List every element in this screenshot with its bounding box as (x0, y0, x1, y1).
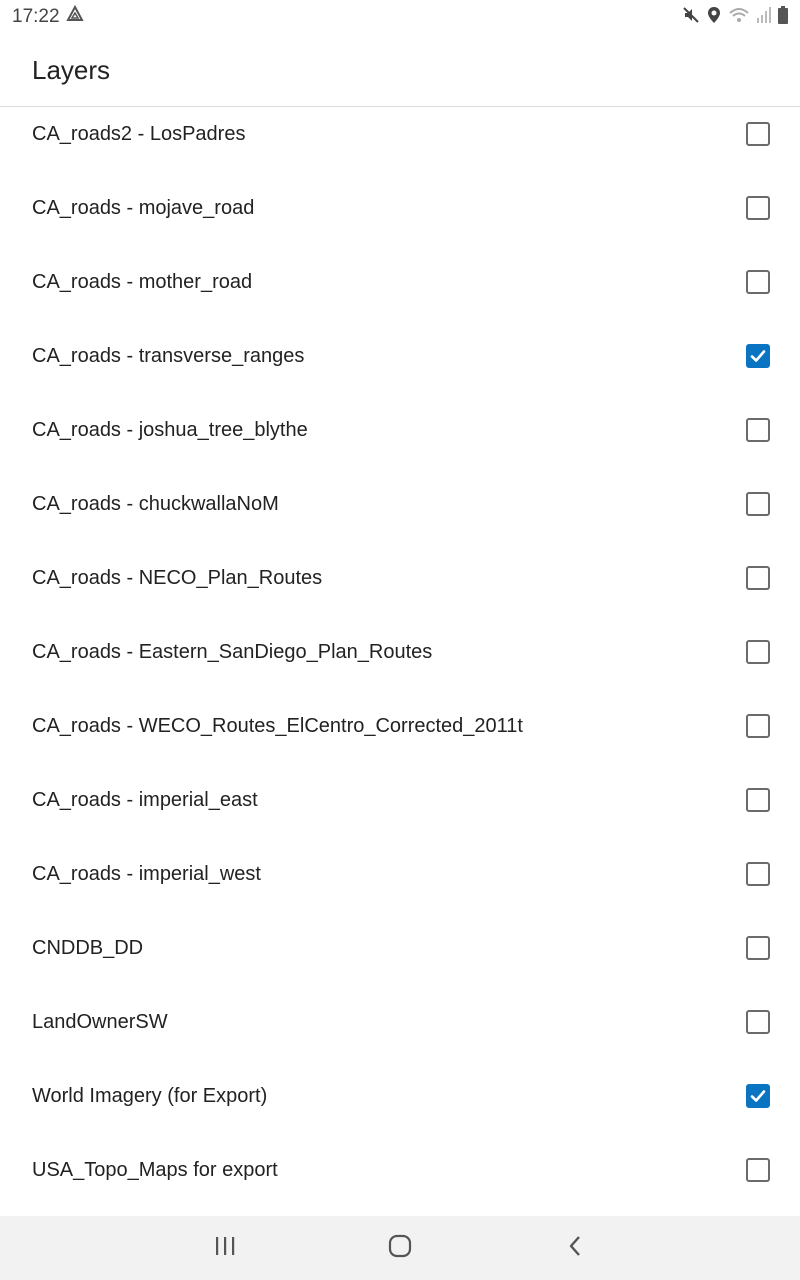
layer-label: CA_roads - NECO_Plan_Routes (32, 566, 323, 589)
layer-row[interactable]: CA_roads - chuckwallaNoM (0, 467, 800, 541)
wifi-icon (728, 6, 750, 29)
status-left: 17:22 (12, 4, 84, 29)
recent-apps-button[interactable] (138, 1235, 313, 1262)
layer-row[interactable]: CA_roads - Eastern_SanDiego_Plan_Routes (0, 615, 800, 689)
layer-label: USA_Topo_Maps for export (32, 1158, 278, 1181)
layer-label: CA_roads - mother_road (32, 270, 253, 293)
layer-row[interactable]: CA_roads - mother_road (0, 245, 800, 319)
layer-row[interactable]: USA_Topo_Maps for export (0, 1133, 800, 1207)
checkmark-icon (750, 1090, 766, 1102)
status-bar: 17:22 (0, 0, 800, 34)
layer-row[interactable]: CA_roads - transverse_ranges (0, 319, 800, 393)
layer-checkbox[interactable] (746, 640, 770, 664)
layer-checkbox[interactable] (746, 418, 770, 442)
navigation-bar (0, 1216, 800, 1280)
layer-row[interactable]: CA_roads2 - LosPadres (0, 97, 800, 171)
status-time: 17:22 (12, 6, 60, 27)
checkmark-icon (750, 350, 766, 362)
layer-label: CA_roads2 - LosPadres (32, 122, 246, 145)
layer-checkbox[interactable] (746, 862, 770, 886)
page-title: Layers (32, 54, 111, 85)
battery-icon (778, 5, 788, 29)
layer-row[interactable]: CA_roads - WECO_Routes_ElCentro_Correcte… (0, 689, 800, 763)
location-icon (706, 6, 722, 29)
signal-icon (756, 6, 772, 29)
recent-apps-icon (213, 1235, 237, 1262)
layer-label: World Imagery (for Export) (32, 1084, 268, 1107)
back-icon (565, 1234, 585, 1263)
layer-row[interactable]: CA_roads - mojave_road (0, 171, 800, 245)
layer-label: CA_roads - transverse_ranges (32, 344, 305, 367)
layer-checkbox[interactable] (746, 270, 770, 294)
layer-label: CA_roads - chuckwallaNoM (32, 492, 279, 515)
layer-checkbox-checked[interactable] (746, 1084, 770, 1108)
layer-checkbox[interactable] (746, 566, 770, 590)
layer-checkbox-checked[interactable] (746, 344, 770, 368)
home-icon (388, 1234, 412, 1263)
mute-icon (682, 6, 700, 29)
layer-label: LandOwnerSW (32, 1010, 168, 1033)
layer-row[interactable]: LandOwnerSW (0, 985, 800, 1059)
layer-label: CA_roads - WECO_Routes_ElCentro_Correcte… (32, 714, 523, 737)
layer-label: CA_roads - imperial_east (32, 788, 258, 811)
drive-icon (65, 4, 84, 29)
layer-label: CA_roads - imperial_west (32, 862, 261, 885)
layer-checkbox[interactable] (746, 936, 770, 960)
layer-checkbox[interactable] (746, 714, 770, 738)
back-button[interactable] (488, 1234, 663, 1263)
layer-row[interactable]: CNDDB_DD (0, 911, 800, 985)
layer-checkbox[interactable] (746, 196, 770, 220)
layer-checkbox[interactable] (746, 788, 770, 812)
layer-checkbox[interactable] (746, 1010, 770, 1034)
layer-label: CA_roads - Eastern_SanDiego_Plan_Routes (32, 640, 433, 663)
layer-row[interactable]: CA_roads - joshua_tree_blythe (0, 393, 800, 467)
layer-row[interactable]: World Imagery (for Export) (0, 1059, 800, 1133)
layer-row[interactable]: CA_roads - imperial_east (0, 763, 800, 837)
home-button[interactable] (313, 1234, 488, 1263)
layer-label: CNDDB_DD (32, 936, 144, 959)
layer-label: CA_roads - joshua_tree_blythe (32, 418, 308, 441)
layer-row[interactable]: CA_roads - imperial_west (0, 837, 800, 911)
layer-checkbox[interactable] (746, 122, 770, 146)
layer-row[interactable]: CA_roads - NECO_Plan_Routes (0, 541, 800, 615)
status-right (682, 5, 788, 29)
layer-label: CA_roads - mojave_road (32, 196, 255, 219)
layer-list: CA_roads2 - LosPadres CA_roads - mojave_r… (0, 97, 800, 1207)
layer-checkbox[interactable] (746, 1158, 770, 1182)
layer-checkbox[interactable] (746, 492, 770, 516)
